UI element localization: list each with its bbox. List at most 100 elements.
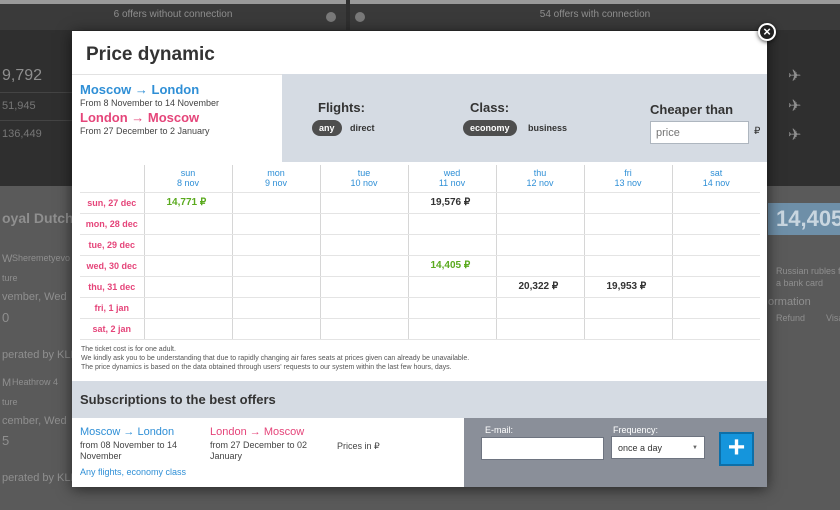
empty-cell — [232, 234, 321, 256]
grid-row-date: thu, 31 dec — [80, 276, 145, 298]
grid-row: sun, 27 dec 14,771 ₽ 19,576 ₽ — [80, 192, 760, 214]
grid-column-header: sat 14 nov — [672, 165, 760, 193]
empty-cell — [672, 297, 760, 319]
currency-symbol: ₽ — [754, 126, 761, 137]
empty-cell — [232, 255, 321, 277]
grid-corner — [80, 165, 145, 193]
sub-outbound-route: Moscow → London — [80, 426, 175, 438]
empty-cell — [496, 297, 585, 319]
column-day: sat — [710, 168, 723, 179]
price-dynamic-modal: Price dynamic Moscow → London From 8 Nov… — [72, 31, 767, 487]
column-day: tue — [357, 168, 371, 179]
max-price-input[interactable] — [650, 121, 749, 144]
sub-return-route: London → Moscow — [210, 426, 305, 438]
column-date: 11 nov — [438, 178, 466, 189]
empty-cell — [232, 276, 321, 298]
empty-cell — [320, 276, 409, 298]
grid-column-header: mon 9 nov — [232, 165, 321, 193]
bg-number: 0 — [2, 310, 10, 325]
empty-cell — [144, 276, 233, 298]
empty-cell — [408, 213, 497, 235]
grid-row-date: mon, 28 dec — [80, 213, 145, 235]
grid-row: fri, 1 jan — [80, 297, 760, 319]
price-cell[interactable]: 14,771 ₽ — [144, 192, 233, 214]
class-option-economy[interactable]: economy — [463, 120, 517, 136]
bg-payment-note: Russian rubles f — [776, 266, 840, 276]
email-label: E-mail: — [485, 425, 514, 435]
empty-cell — [144, 318, 233, 340]
bg-divider — [0, 120, 72, 121]
filter-panel: Flights: any direct Class: economy busin… — [282, 74, 767, 162]
empty-cell — [672, 276, 760, 298]
close-icon[interactable]: × — [758, 23, 776, 41]
frequency-label: Frequency: — [613, 425, 659, 435]
price-cell[interactable]: 20,322 ₽ — [496, 276, 585, 298]
empty-cell — [496, 234, 585, 256]
empty-cell — [232, 297, 321, 319]
bg-operator: perated by KLM — [2, 349, 80, 361]
bg-visa-link[interactable]: Visa — [826, 313, 840, 323]
plane-icon: ✈ — [788, 98, 802, 115]
note-line: We kindly ask you to be understanding th… — [81, 355, 470, 362]
tab-without-connection[interactable]: 6 offers without connection — [0, 4, 346, 30]
sub-outbound-dates: from 08 November to 14 November — [80, 440, 178, 461]
grid-column-header: wed 11 nov — [408, 165, 497, 193]
empty-cell — [144, 297, 233, 319]
sub-filter-summary[interactable]: Any flights, economy class — [80, 467, 186, 477]
empty-cell — [584, 192, 673, 214]
prices-in-currency: Prices in ₽ — [337, 441, 380, 451]
bg-payment-note: a bank card — [776, 278, 824, 288]
empty-cell — [320, 234, 409, 256]
class-option-business[interactable]: business — [528, 120, 574, 136]
empty-cell — [408, 276, 497, 298]
column-date: 10 nov — [350, 178, 378, 189]
bg-number: 5 — [2, 433, 10, 448]
bg-date: vember, Wed — [2, 291, 67, 303]
empty-cell — [672, 255, 760, 277]
empty-cell — [496, 255, 585, 277]
price-cell[interactable]: 19,953 ₽ — [584, 276, 673, 298]
empty-cell — [408, 297, 497, 319]
empty-cell — [672, 213, 760, 235]
empty-cell — [672, 318, 760, 340]
chevron-down-icon: ▼ — [692, 445, 698, 451]
bg-departure-label: ture — [2, 273, 18, 283]
empty-cell — [584, 234, 673, 256]
price-cell[interactable]: 14,405 ₽ — [408, 255, 497, 277]
grid-row: wed, 30 dec 14,405 ₽ — [80, 255, 760, 277]
empty-cell — [496, 213, 585, 235]
bg-price: 136,449 — [2, 128, 42, 140]
column-date: 9 nov — [264, 178, 288, 189]
grid-row: tue, 29 dec — [80, 234, 760, 256]
flights-label: Flights: — [318, 100, 365, 115]
column-day: fri — [624, 168, 632, 179]
empty-cell — [144, 234, 233, 256]
column-date: 12 nov — [526, 178, 554, 189]
price-cell[interactable]: 19,576 ₽ — [408, 192, 497, 214]
bg-departure-label: ture — [2, 397, 18, 407]
empty-cell — [232, 318, 321, 340]
bg-divider — [0, 92, 72, 93]
grid-column-header: fri 13 nov — [584, 165, 673, 193]
grid-row-date: wed, 30 dec — [80, 255, 145, 277]
empty-cell — [584, 297, 673, 319]
subscription-summary: Moscow → London from 08 November to 14 N… — [72, 418, 464, 487]
price-grid: sun 8 nov mon 9 nov tue 10 nov wed 11 nov thu 12 … — [80, 165, 760, 340]
column-day: thu — [533, 168, 547, 179]
email-input[interactable] — [481, 437, 604, 460]
empty-cell — [584, 255, 673, 277]
empty-cell — [584, 213, 673, 235]
column-date: 8 nov — [176, 178, 200, 189]
bg-airport-code: M — [2, 377, 12, 389]
flights-option-any[interactable]: any — [312, 120, 342, 136]
add-subscription-button[interactable]: + — [719, 432, 754, 466]
plane-icon: ✈ — [788, 68, 802, 85]
frequency-select[interactable]: once a day ▼ — [611, 436, 705, 459]
bg-refund-link[interactable]: Refund — [776, 313, 805, 323]
empty-cell — [320, 318, 409, 340]
empty-cell — [672, 192, 760, 214]
flights-option-direct[interactable]: direct — [350, 120, 382, 136]
empty-cell — [232, 192, 321, 214]
grid-column-header: thu 12 nov — [496, 165, 585, 193]
bg-date: cember, Wed — [2, 415, 67, 427]
